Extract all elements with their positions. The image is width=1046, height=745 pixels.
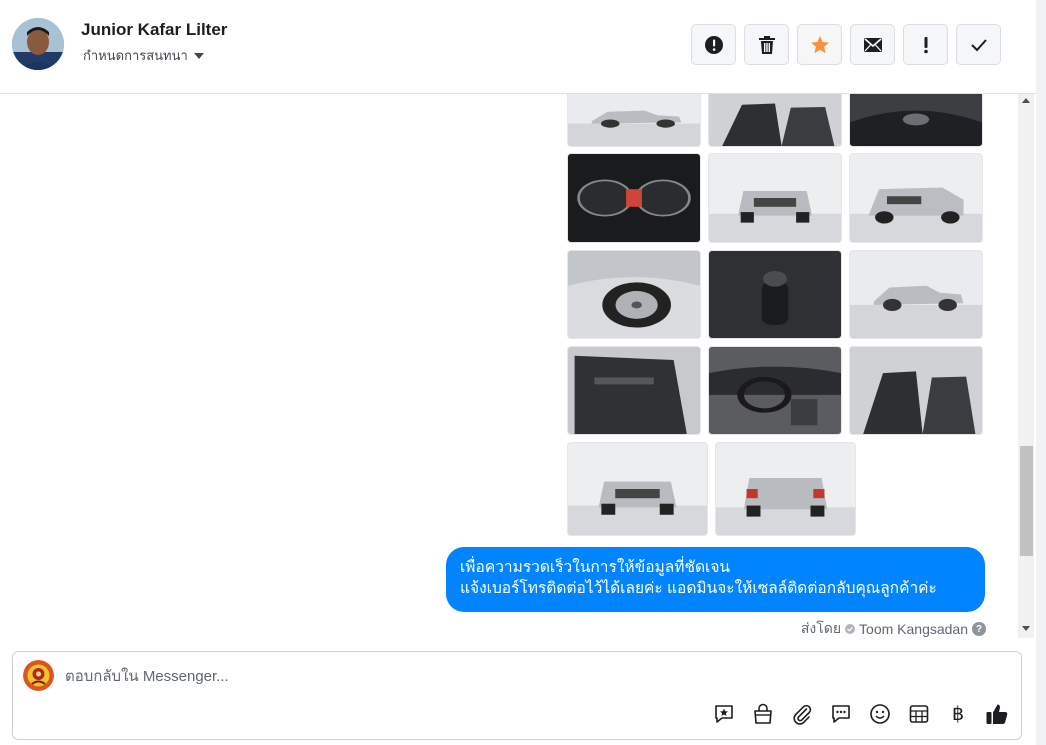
- contact-avatar[interactable]: [12, 18, 64, 70]
- verified-icon: [845, 624, 856, 634]
- scrollbar-thumb[interactable]: [1020, 446, 1033, 556]
- star-button[interactable]: [797, 24, 842, 65]
- photo-attachment[interactable]: [567, 442, 708, 536]
- saved-reply-button[interactable]: [712, 702, 736, 726]
- photo-attachment[interactable]: [567, 346, 701, 435]
- photo-attachment[interactable]: [708, 346, 842, 435]
- delete-button[interactable]: [744, 24, 789, 65]
- caret-down-icon: [193, 52, 204, 59]
- assign-label: กำหนดการสนทนา: [83, 48, 188, 63]
- message-thread: เพื่อความรวดเร็วในการให้ข้อมูลที่ชัดเจน …: [0, 94, 1018, 640]
- photo-attachment[interactable]: [708, 153, 842, 243]
- shop-bag-icon: [754, 703, 772, 724]
- attachment-icon: [793, 704, 812, 725]
- chat-bubble-icon: [832, 705, 850, 723]
- calendar-icon: [909, 705, 929, 723]
- exclamation-icon: [923, 36, 928, 53]
- contact-name[interactable]: Junior Kafar Lilter: [81, 20, 227, 40]
- inbox-conversation: Junior Kafar Lilter กำหนดการสนทนา เพื่อค…: [0, 0, 1046, 745]
- conversation-header: Junior Kafar Lilter กำหนดการสนทนา: [0, 0, 1036, 94]
- scrollbar-track[interactable]: [1018, 94, 1034, 638]
- photo-attachment[interactable]: [567, 94, 701, 147]
- envelope-icon: [863, 37, 882, 52]
- message-line-1: เพื่อความรวดเร็วในการให้ข้อมูลที่ชัดเจน: [460, 559, 731, 576]
- help-icon[interactable]: ?: [972, 622, 986, 636]
- sent-by-info: ส่งโดย Toom Kangsadan ?: [801, 618, 986, 640]
- star-icon: [810, 35, 829, 53]
- composer-tools: ฿: [712, 702, 1009, 726]
- photo-attachment[interactable]: [567, 153, 701, 243]
- check-icon: [970, 38, 987, 51]
- message-line-2: แจ้งเบอร์โทรติดต่อไว้ได้เลยค่ะ แอดมินจะใ…: [460, 580, 937, 597]
- photo-attachment[interactable]: [849, 250, 983, 339]
- quick-replies-button[interactable]: [829, 702, 853, 726]
- emoji-button[interactable]: [868, 702, 892, 726]
- emoji-icon: [870, 704, 890, 724]
- follow-up-button[interactable]: [903, 24, 948, 65]
- header-actions: [691, 24, 1001, 65]
- sender-name[interactable]: Toom Kangsadan: [859, 621, 968, 637]
- trash-icon: [758, 35, 775, 54]
- page-avatar: [23, 660, 54, 691]
- sent-by-label: ส่งโดย: [800, 620, 842, 636]
- thumbs-up-icon: [986, 704, 1008, 724]
- assign-conversation-dropdown[interactable]: กำหนดการสนทนา: [83, 45, 204, 66]
- photo-attachment[interactable]: [715, 442, 856, 536]
- payment-button[interactable]: ฿: [946, 702, 970, 726]
- photo-attachment[interactable]: [708, 94, 842, 147]
- done-button[interactable]: [956, 24, 1001, 65]
- alert-circle-icon: [704, 35, 723, 54]
- mark-unread-button[interactable]: [850, 24, 895, 65]
- spam-button[interactable]: [691, 24, 736, 65]
- attach-button[interactable]: [790, 702, 814, 726]
- photo-attachment[interactable]: [849, 346, 983, 435]
- appointment-button[interactable]: [907, 702, 931, 726]
- scroll-down-icon[interactable]: [1022, 626, 1030, 631]
- shop-button[interactable]: [751, 702, 775, 726]
- baht-icon: ฿: [951, 703, 965, 725]
- photo-attachment[interactable]: [849, 153, 983, 243]
- photo-attachment[interactable]: [849, 94, 983, 147]
- photo-attachment[interactable]: [708, 250, 842, 339]
- scroll-up-icon[interactable]: [1022, 98, 1030, 103]
- message-bubble[interactable]: เพื่อความรวดเร็วในการให้ข้อมูลที่ชัดเจน …: [446, 547, 985, 612]
- reply-input[interactable]: [65, 664, 965, 688]
- reply-composer: ฿: [12, 651, 1022, 740]
- right-panel-edge: [1036, 0, 1046, 745]
- like-button[interactable]: [985, 702, 1009, 726]
- saved-reply-icon: [715, 705, 733, 723]
- photo-attachment[interactable]: [567, 250, 701, 339]
